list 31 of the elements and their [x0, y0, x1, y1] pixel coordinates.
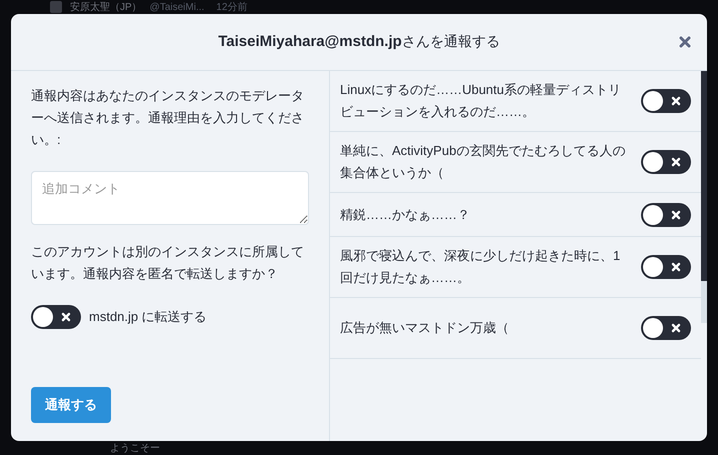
- status-select-toggle[interactable]: [641, 89, 691, 113]
- cross-icon: [671, 323, 681, 333]
- status-text: Linuxにするのだ……Ubuntu系の軽量ディストリビューションを入れるのだ……。: [340, 81, 622, 121]
- close-icon: [679, 36, 691, 48]
- cross-icon: [671, 96, 681, 106]
- status-select-toggle[interactable]: [641, 255, 691, 279]
- status-text: 広告が無いマストドン万歳（: [340, 319, 510, 337]
- author-handle: @TaiseiMi...: [150, 2, 204, 12]
- cross-icon: [671, 210, 681, 220]
- cross-icon: [61, 312, 71, 322]
- cross-icon: [671, 262, 681, 272]
- scrollbar[interactable]: [701, 71, 707, 323]
- report-intro-text: 通報内容はあなたのインスタンスのモデレーターへ送信されます。通報理由を入力してください。:: [31, 87, 305, 149]
- comment-field[interactable]: 追加コメント: [31, 171, 309, 225]
- avatar-placeholder: [50, 1, 62, 13]
- status-select-toggle[interactable]: [641, 150, 691, 174]
- close-button[interactable]: [679, 36, 691, 48]
- author-name: 安原太聖（JP）: [70, 0, 142, 14]
- status-text: 風邪で寝込んで、深夜に少しだけ起きた時に、1回だけ見たなぁ……。: [340, 247, 622, 287]
- report-submit-button[interactable]: 通報する: [31, 387, 111, 423]
- forward-question-text: このアカウントは別のインスタンスに所属しています。通報内容を匿名で転送しますか？: [31, 243, 305, 283]
- cross-icon: [671, 157, 681, 167]
- status-select-toggle[interactable]: [641, 316, 691, 340]
- post-text: ようこそー: [110, 442, 160, 455]
- forward-toggle[interactable]: [31, 305, 81, 329]
- status-text: 精鋭……かなぁ……？: [340, 206, 471, 224]
- status-select-toggle[interactable]: [641, 202, 691, 226]
- status-text: 単純に、ActivityPubの玄関先でたむろしてる人の集合体というか（: [340, 142, 626, 182]
- dialog-title: TaiseiMiyahara@mstdn.jpさんを通報する: [218, 33, 500, 51]
- forward-toggle-label: mstdn.jp に転送する: [89, 308, 207, 326]
- post-time: 12分前: [216, 1, 248, 14]
